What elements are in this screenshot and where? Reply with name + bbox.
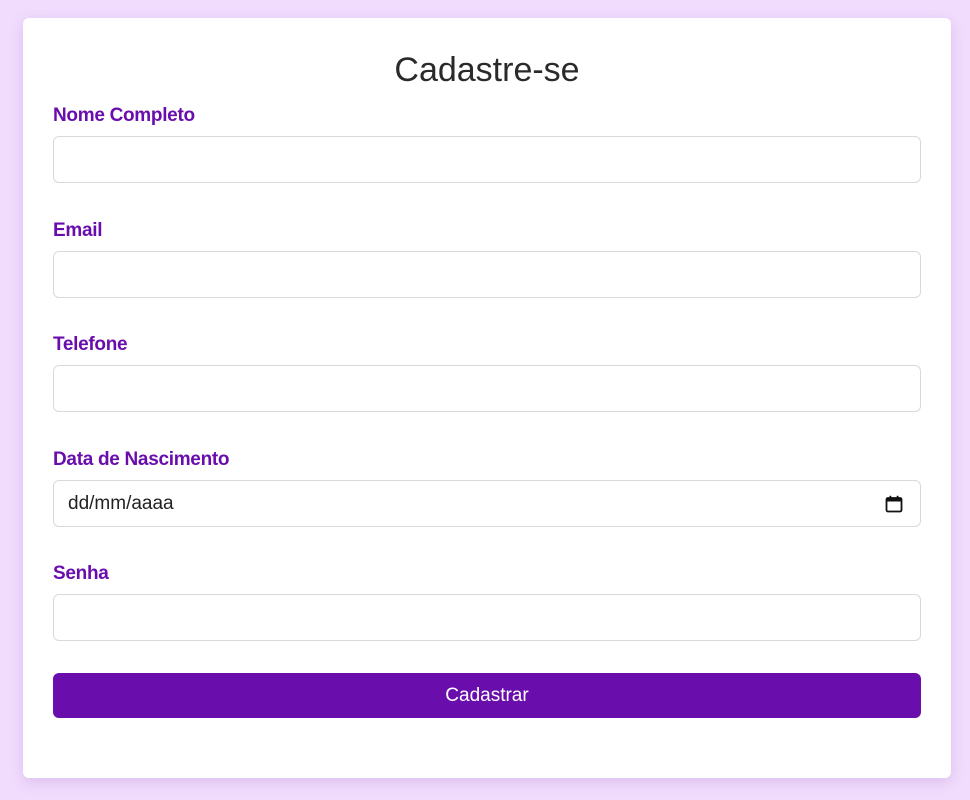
phone-input[interactable]: [53, 365, 921, 412]
phone-group: Telefone: [53, 333, 921, 412]
phone-label: Telefone: [53, 334, 128, 355]
birthdate-input[interactable]: dd/mm/aaaa: [53, 480, 921, 527]
birthdate-group: Data de Nascimento dd/mm/aaaa: [53, 448, 921, 527]
birthdate-label: Data de Nascimento: [53, 449, 230, 470]
password-input[interactable]: [53, 594, 921, 641]
page-title: Cadastre-se: [394, 51, 580, 89]
full-name-input[interactable]: [53, 136, 921, 183]
password-label: Senha: [53, 563, 109, 584]
email-label: Email: [53, 220, 103, 241]
email-group: Email: [53, 219, 921, 298]
full-name-label: Nome Completo: [53, 105, 195, 126]
password-group: Senha: [53, 562, 921, 641]
registration-card: Cadastre-se Nome Completo Email Telefone…: [23, 18, 951, 778]
submit-button[interactable]: Cadastrar: [53, 673, 921, 718]
full-name-group: Nome Completo: [53, 104, 921, 183]
calendar-icon[interactable]: [884, 494, 904, 514]
birthdate-placeholder: dd/mm/aaaa: [68, 492, 174, 514]
email-input[interactable]: [53, 251, 921, 298]
